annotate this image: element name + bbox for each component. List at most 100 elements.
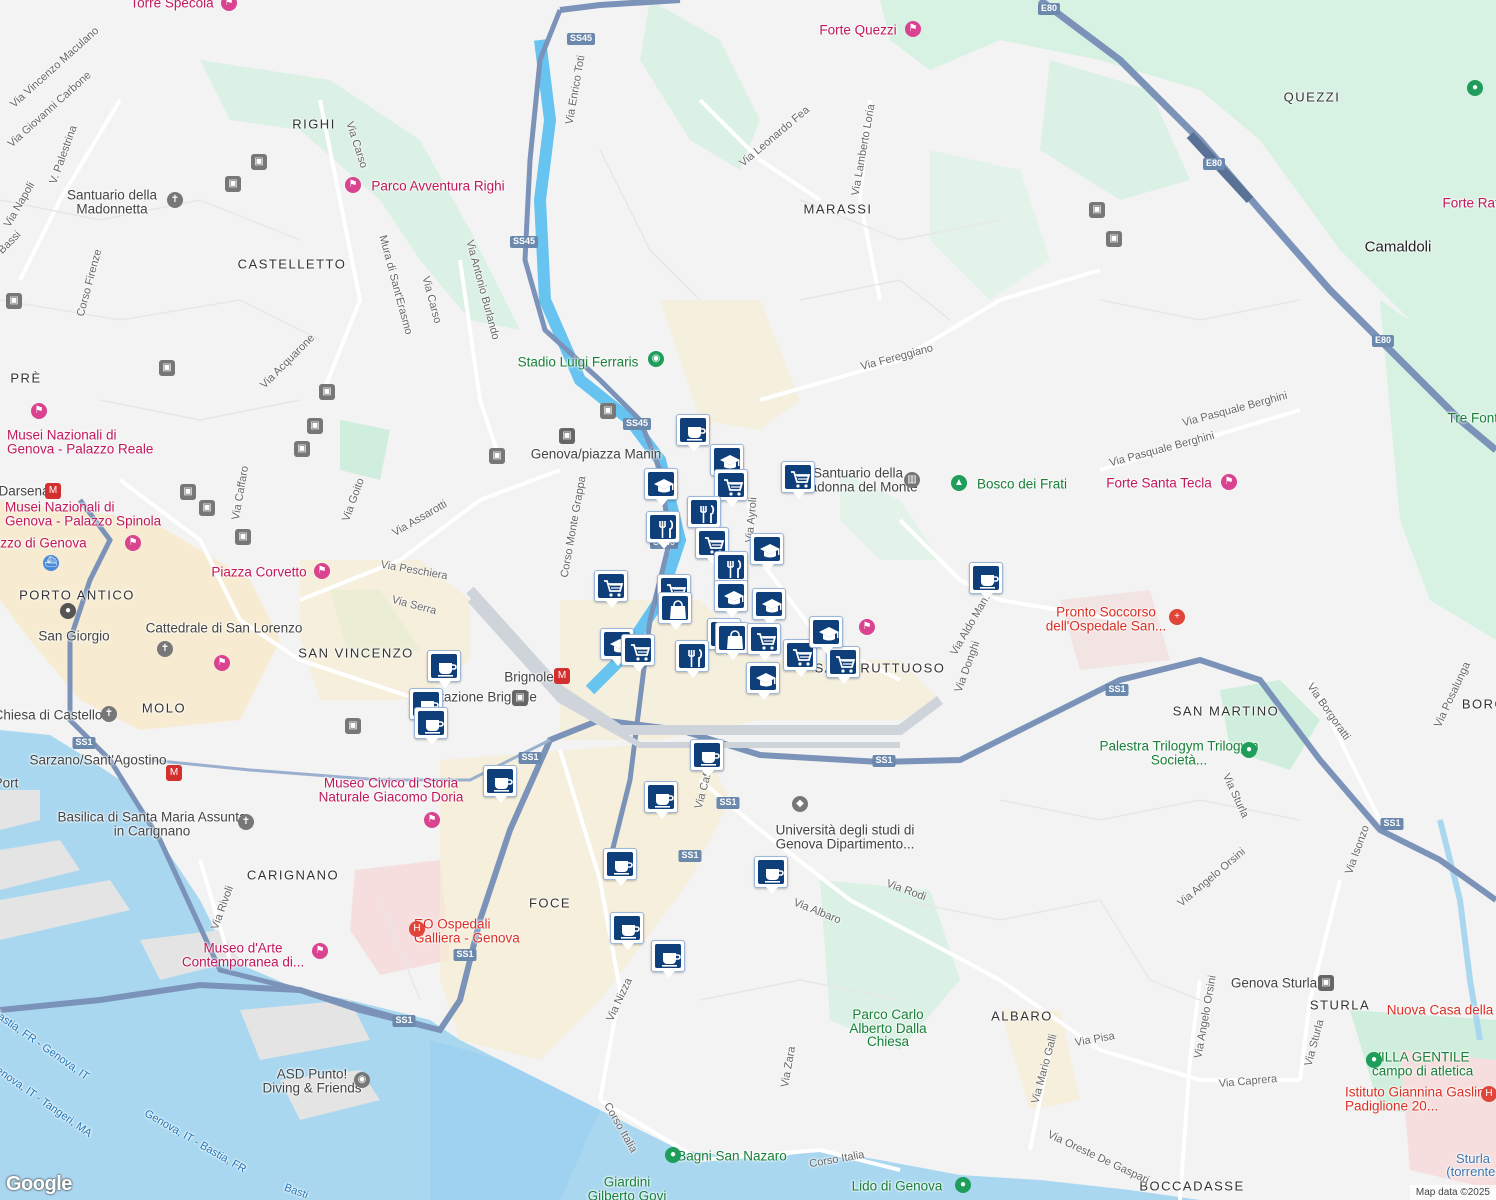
church-icon[interactable]: ✝ [101, 706, 117, 722]
stadium-icon[interactable]: ◉ [648, 351, 664, 367]
poi-label-chiesa-castello[interactable]: Chiesa di Castello [0, 708, 102, 722]
museum-icon[interactable]: ⚑ [424, 812, 440, 828]
bus-stop-icon[interactable]: ▣ [6, 293, 22, 309]
poi-label-stadio-ferraris[interactable]: Stadio Luigi Ferraris [518, 355, 639, 369]
place-marker[interactable] [621, 634, 655, 672]
poi-label-gaslini[interactable]: Istituto Giannina Gaslini Padiglione 20.… [1345, 1085, 1495, 1113]
poi-label-palazzo-spinola[interactable]: Musei Nazionali di Genova - Palazzo Spin… [5, 500, 165, 528]
hospital-icon[interactable]: + [1169, 609, 1185, 625]
train-icon[interactable]: ▣ [1318, 975, 1334, 991]
train-icon[interactable]: ▣ [512, 690, 528, 706]
place-marker[interactable] [714, 580, 748, 618]
poi-label-piazza-manin[interactable]: Genova/piazza Manin [531, 447, 662, 461]
landmark-icon[interactable]: ▥ [904, 472, 920, 488]
place-marker[interactable] [646, 511, 680, 549]
bus-stop-icon[interactable]: ▣ [559, 428, 575, 444]
place-marker[interactable] [746, 662, 780, 700]
poi-label-museo-storia-naturale[interactable]: Museo Civico di Storia Naturale Giacomo … [311, 776, 471, 804]
bus-stop-icon[interactable]: ▣ [1089, 202, 1105, 218]
poi-label-nuova-casa[interactable]: Nuova Casa della [1387, 1003, 1494, 1017]
gym-icon[interactable]: ● [1241, 742, 1257, 758]
poi-label-sarzano[interactable]: Sarzano/Sant'Agostino [30, 753, 167, 767]
poi-label-galliera[interactable]: EO Ospedali Galliera - Genova [414, 917, 534, 945]
park-icon[interactable]: ● [1366, 1052, 1382, 1068]
bus-stop-icon[interactable]: ▣ [225, 176, 241, 192]
map-copyright[interactable]: Map data ©2025 [1409, 1185, 1496, 1200]
church-icon[interactable]: ✝ [238, 814, 254, 830]
place-marker[interactable] [610, 912, 644, 950]
metro-icon[interactable]: M [554, 668, 570, 684]
poi-label-san-giorgio[interactable]: San Giorgio [38, 629, 109, 643]
church-icon[interactable]: ✝ [157, 641, 173, 657]
university-icon[interactable]: ◆ [792, 796, 808, 812]
place-marker[interactable] [483, 765, 517, 803]
place-marker[interactable] [603, 848, 637, 886]
place-marker[interactable] [644, 468, 678, 506]
poi-label-forte-santa-tecla[interactable]: Forte Santa Tecla [1106, 476, 1212, 490]
place-marker[interactable] [747, 623, 781, 661]
google-logo[interactable]: Google [6, 1173, 72, 1196]
beach-icon[interactable]: ● [665, 1147, 681, 1163]
place-marker[interactable] [675, 640, 709, 678]
poi-label-port[interactable]: Port [0, 776, 18, 790]
place-marker[interactable] [809, 616, 843, 654]
bus-stop-icon[interactable]: ▣ [235, 529, 251, 545]
poi-label-palazzo-di-genova[interactable]: Palazzo di Genova [0, 536, 87, 550]
bus-stop-icon[interactable]: ▣ [159, 360, 175, 376]
hospital-icon[interactable]: H [409, 921, 425, 937]
museum-icon[interactable]: ⚑ [312, 943, 328, 959]
bus-stop-icon[interactable]: ▣ [489, 448, 505, 464]
museum-icon[interactable]: ⚑ [314, 563, 330, 579]
bus-stop-icon[interactable]: ▣ [294, 441, 310, 457]
bus-stop-icon[interactable]: ▣ [1106, 231, 1122, 247]
bus-stop-icon[interactable]: ● [60, 603, 76, 619]
poi-label-santuario-madonnetta[interactable]: Santuario della Madonnetta [57, 188, 167, 216]
place-marker[interactable] [676, 414, 710, 452]
poi-label-darsena[interactable]: Darsena [0, 484, 50, 498]
poi-label-forte-quezzi[interactable]: Forte Quezzi [819, 23, 896, 37]
bus-stop-icon[interactable]: ▣ [307, 418, 323, 434]
bus-stop-icon[interactable]: ▣ [199, 500, 215, 516]
museum-icon[interactable]: ⚑ [214, 655, 230, 671]
metro-icon[interactable]: M [45, 483, 61, 499]
place-marker[interactable] [715, 622, 749, 660]
poi-label-pronto-soccorso[interactable]: Pronto Soccorso dell'Ospedale San... [1041, 605, 1171, 633]
museum-icon[interactable]: ⚑ [31, 403, 47, 419]
metro-icon[interactable]: M [166, 765, 182, 781]
poi-label-museo-arte-contemporanea[interactable]: Museo d'Arte Contemporanea di... [178, 941, 308, 969]
bus-stop-icon[interactable]: ▣ [251, 154, 267, 170]
poi-label-palazzo-reale[interactable]: Musei Nazionali di Genova - Palazzo Real… [7, 428, 157, 456]
bus-stop-icon[interactable]: ▣ [345, 718, 361, 734]
poi-label-cattedrale[interactable]: Cattedrale di San Lorenzo [146, 621, 303, 635]
place-marker[interactable] [644, 781, 678, 819]
place-marker[interactable] [754, 856, 788, 894]
place-marker[interactable] [752, 588, 786, 626]
place-marker[interactable] [658, 592, 692, 630]
place-marker[interactable] [690, 739, 724, 777]
poi-label-asd-punto[interactable]: ASD Punto! Diving & Friends [257, 1067, 367, 1095]
poi-label-torre-specola[interactable]: Torre Specola [130, 0, 213, 10]
poi-label-giardini-govi[interactable]: Giardini Gilberto Govi [582, 1175, 672, 1200]
poi-label-forte-ratti[interactable]: Forte Ratti [1442, 196, 1496, 210]
place-marker[interactable] [594, 570, 628, 608]
poi-label-basilica-carignano[interactable]: Basilica di Santa Maria Assunta in Carig… [57, 810, 247, 838]
place-marker[interactable] [969, 562, 1003, 600]
poi-label-lido-genova[interactable]: Lido di Genova [852, 1179, 943, 1193]
diving-icon[interactable]: ◉ [354, 1072, 370, 1088]
place-marker[interactable] [687, 496, 721, 534]
beach-icon[interactable]: ● [955, 1177, 971, 1193]
ferry-icon[interactable]: ⛴ [43, 555, 59, 571]
museum-icon[interactable]: ⚑ [859, 619, 875, 635]
park-icon[interactable]: ● [1467, 80, 1483, 96]
poi-label-villa-gentile[interactable]: VILLA GENTILE campo di atletica [1372, 1050, 1492, 1078]
poi-label-parco-avventura-righi[interactable]: Parco Avventura Righi [371, 179, 504, 193]
park-icon[interactable]: ▲ [951, 475, 967, 491]
museum-icon[interactable]: ⚑ [125, 535, 141, 551]
bus-stop-icon[interactable]: ▣ [319, 384, 335, 400]
hospital-icon[interactable]: H [1481, 1086, 1496, 1102]
poi-label-bagni-san-nazaro[interactable]: Bagni San Nazaro [677, 1149, 787, 1163]
bus-stop-icon[interactable]: ▣ [600, 403, 616, 419]
map-canvas[interactable]: RIGHI CASTELLETTO PRÈ MARASSI QUEZZI POR… [0, 0, 1496, 1200]
museum-icon[interactable]: ⚑ [905, 21, 921, 37]
poi-label-universita[interactable]: Università degli studi di Genova Diparti… [765, 823, 925, 851]
